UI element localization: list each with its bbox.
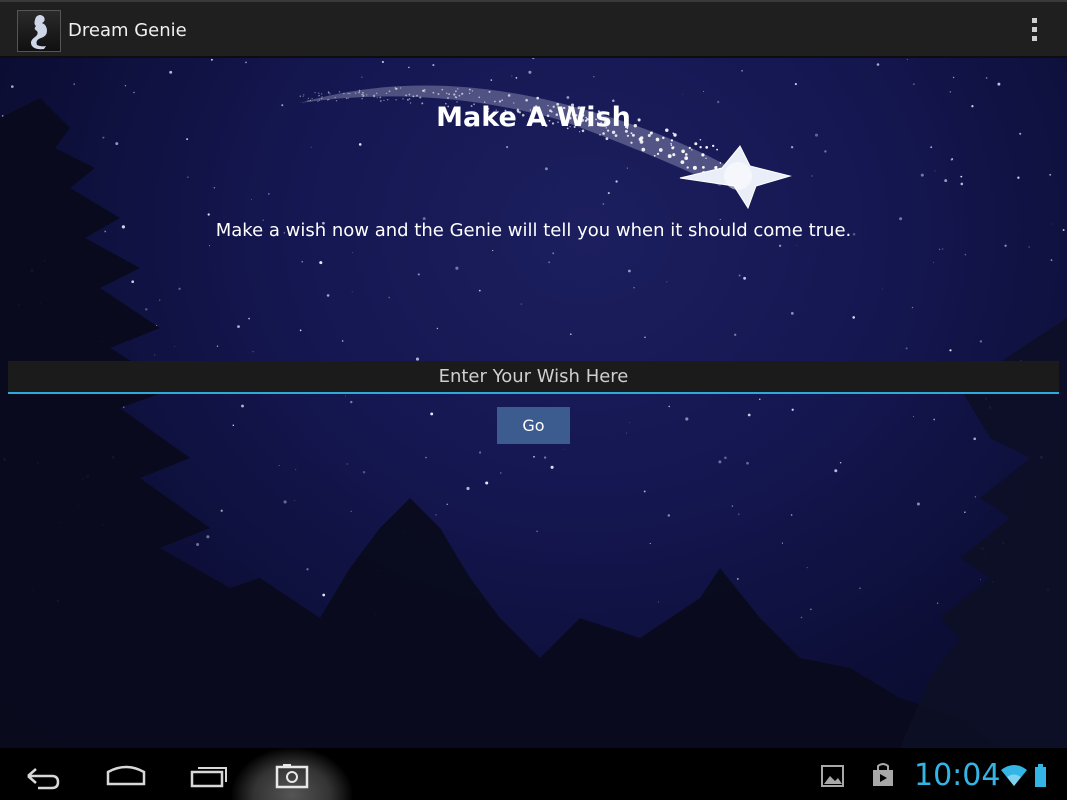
page-title: Make A Wish bbox=[436, 102, 631, 133]
app-title: Dream Genie bbox=[68, 20, 187, 41]
gallery-icon[interactable] bbox=[818, 748, 848, 800]
home-icon[interactable] bbox=[104, 748, 148, 800]
clock: 10:04 bbox=[914, 758, 1001, 793]
battery-icon bbox=[1035, 764, 1046, 787]
pine-tree-silhouettes bbox=[0, 98, 1067, 748]
screenshot-icon[interactable] bbox=[272, 748, 316, 800]
wish-input[interactable] bbox=[8, 361, 1059, 394]
action-bar: Dream Genie bbox=[0, 0, 1067, 58]
genie-icon[interactable] bbox=[17, 10, 61, 52]
overflow-menu-icon[interactable] bbox=[1024, 18, 1044, 44]
recents-icon[interactable] bbox=[188, 748, 232, 800]
shopping-bag-icon[interactable] bbox=[868, 748, 898, 800]
wish-screen: Make A Wish Make a wish now and the Geni… bbox=[0, 58, 1067, 748]
system-nav-bar: 10:04 bbox=[0, 748, 1067, 800]
wifi-icon bbox=[1001, 765, 1027, 786]
description-text: Make a wish now and the Genie will tell … bbox=[215, 220, 852, 241]
go-button[interactable]: Go bbox=[497, 407, 570, 444]
back-icon[interactable] bbox=[20, 748, 64, 800]
